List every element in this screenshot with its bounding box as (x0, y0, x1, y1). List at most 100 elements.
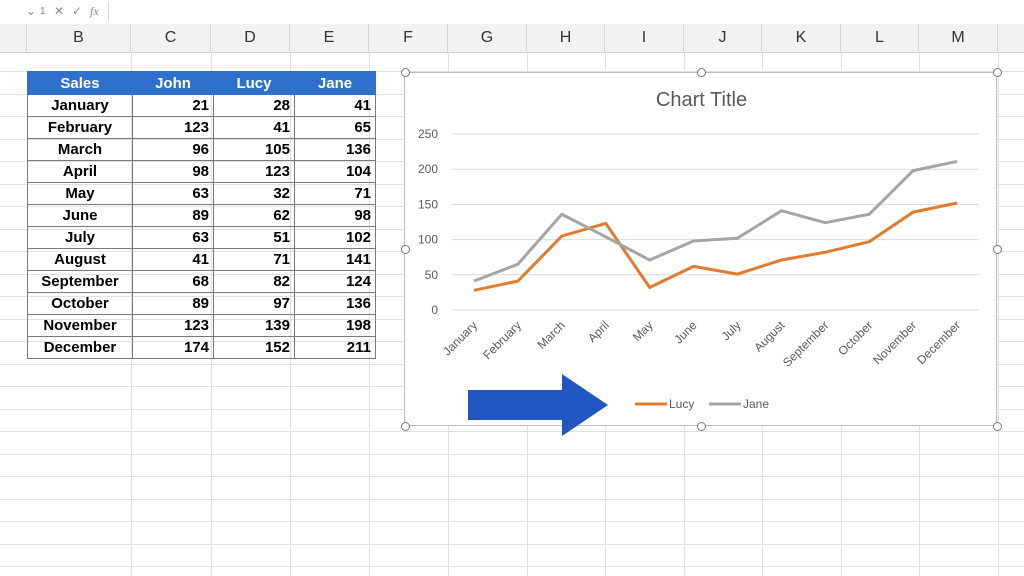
cell-month[interactable]: November (27, 314, 133, 337)
formula-input[interactable] (108, 2, 1019, 21)
cell-month[interactable]: July (27, 226, 133, 249)
column-header-h[interactable]: H (527, 24, 605, 52)
cell-john[interactable]: 21 (132, 94, 214, 117)
cell-month[interactable]: December (27, 336, 133, 359)
resize-handle-right[interactable] (993, 245, 1002, 254)
table-row: September 68 82 124 (27, 270, 376, 293)
cell-month[interactable]: January (27, 94, 133, 117)
cell-month[interactable]: August (27, 248, 133, 271)
x-tick-label: August (751, 318, 788, 355)
cell-john[interactable]: 96 (132, 138, 214, 161)
table-row: January 21 28 41 (27, 94, 376, 117)
column-header-i[interactable]: I (605, 24, 684, 52)
cell-month[interactable]: September (27, 270, 133, 293)
cell-month[interactable]: February (27, 116, 133, 139)
resize-handle-left[interactable] (401, 245, 410, 254)
cell-john[interactable]: 41 (132, 248, 214, 271)
cell-jane[interactable]: 102 (294, 226, 376, 249)
header-lucy[interactable]: Lucy (213, 71, 295, 95)
resize-handle-bottom-right[interactable] (993, 422, 1002, 431)
cell-lucy[interactable]: 105 (213, 138, 295, 161)
y-tick-label: 200 (418, 162, 438, 176)
line-chart[interactable]: Chart Title 0 50 100 150 200 250 January Februa… (404, 72, 997, 426)
y-tick-label: 250 (418, 127, 438, 141)
y-tick-label: 0 (431, 303, 438, 317)
cell-jane[interactable]: 98 (294, 204, 376, 227)
cell-month[interactable]: May (27, 182, 133, 205)
function-icon[interactable]: fx (90, 4, 99, 19)
cell-jane[interactable]: 136 (294, 292, 376, 315)
cell-john[interactable]: 123 (132, 116, 214, 139)
cell-jane[interactable]: 41 (294, 94, 376, 117)
cell-jane[interactable]: 104 (294, 160, 376, 183)
cell-lucy[interactable]: 51 (213, 226, 295, 249)
corner-cell[interactable] (0, 24, 27, 52)
cell-john[interactable]: 63 (132, 226, 214, 249)
column-header-n[interactable] (998, 24, 1024, 52)
resize-handle-top-right[interactable] (993, 68, 1002, 77)
x-tick-label: December (914, 318, 963, 367)
column-header-g[interactable]: G (448, 24, 527, 52)
series-line-jane[interactable] (473, 159, 958, 283)
column-header-k[interactable]: K (762, 24, 841, 52)
header-sales[interactable]: Sales (27, 71, 133, 95)
column-header-e[interactable]: E (290, 24, 369, 52)
column-header-d[interactable]: D (211, 24, 290, 52)
cell-jane[interactable]: 211 (294, 336, 376, 359)
name-box[interactable]: 1 (40, 6, 46, 17)
header-jane[interactable]: Jane (294, 71, 376, 95)
cell-jane[interactable]: 198 (294, 314, 376, 337)
right-arrow-icon (468, 374, 608, 436)
resize-handle-bottom[interactable] (697, 422, 706, 431)
enter-check-icon[interactable]: ✓ (72, 4, 82, 18)
legend-label-lucy[interactable]: Lucy (669, 397, 694, 411)
column-header-c[interactable]: C (131, 24, 211, 52)
cell-jane[interactable]: 136 (294, 138, 376, 161)
cell-month[interactable]: April (27, 160, 133, 183)
cell-jane[interactable]: 124 (294, 270, 376, 293)
cell-john[interactable]: 89 (132, 292, 214, 315)
chevron-down-icon[interactable]: ⌄ (26, 4, 36, 18)
cell-john[interactable]: 98 (132, 160, 214, 183)
cell-jane[interactable]: 65 (294, 116, 376, 139)
cell-month[interactable]: March (27, 138, 133, 161)
resize-handle-top[interactable] (697, 68, 706, 77)
series-line-lucy[interactable] (473, 201, 958, 292)
y-tick-label: 100 (418, 233, 438, 247)
cell-lucy[interactable]: 82 (213, 270, 295, 293)
cell-lucy[interactable]: 41 (213, 116, 295, 139)
cell-john[interactable]: 89 (132, 204, 214, 227)
cell-lucy[interactable]: 71 (213, 248, 295, 271)
cell-john[interactable]: 63 (132, 182, 214, 205)
table-row: June 89 62 98 (27, 204, 376, 227)
cell-lucy[interactable]: 28 (213, 94, 295, 117)
cancel-icon[interactable]: ✕ (54, 4, 64, 18)
cell-month[interactable]: October (27, 292, 133, 315)
column-header-m[interactable]: M (919, 24, 998, 52)
cell-lucy[interactable]: 62 (213, 204, 295, 227)
cell-lucy[interactable]: 97 (213, 292, 295, 315)
resize-handle-top-left[interactable] (401, 68, 410, 77)
cell-lucy[interactable]: 123 (213, 160, 295, 183)
column-header-j[interactable]: J (684, 24, 762, 52)
column-header-b[interactable]: B (27, 24, 131, 52)
cell-lucy[interactable]: 152 (213, 336, 295, 359)
column-header-l[interactable]: L (841, 24, 919, 52)
legend-label-jane[interactable]: Jane (743, 397, 769, 411)
cell-john[interactable]: 174 (132, 336, 214, 359)
column-header-f[interactable]: F (369, 24, 448, 52)
table-row: July 63 51 102 (27, 226, 376, 249)
cell-john[interactable]: 123 (132, 314, 214, 337)
table-header-row: Sales John Lucy Jane (27, 71, 376, 95)
resize-handle-bottom-left[interactable] (401, 422, 410, 431)
cell-jane[interactable]: 141 (294, 248, 376, 271)
cell-lucy[interactable]: 139 (213, 314, 295, 337)
cell-john[interactable]: 68 (132, 270, 214, 293)
column-headers: B C D E F G H I J K L M (0, 24, 1024, 53)
header-john[interactable]: John (132, 71, 214, 95)
table-row: November 123 139 198 (27, 314, 376, 337)
cell-month[interactable]: June (27, 204, 133, 227)
cell-lucy[interactable]: 32 (213, 182, 295, 205)
x-tick-label: February (480, 318, 524, 362)
cell-jane[interactable]: 71 (294, 182, 376, 205)
